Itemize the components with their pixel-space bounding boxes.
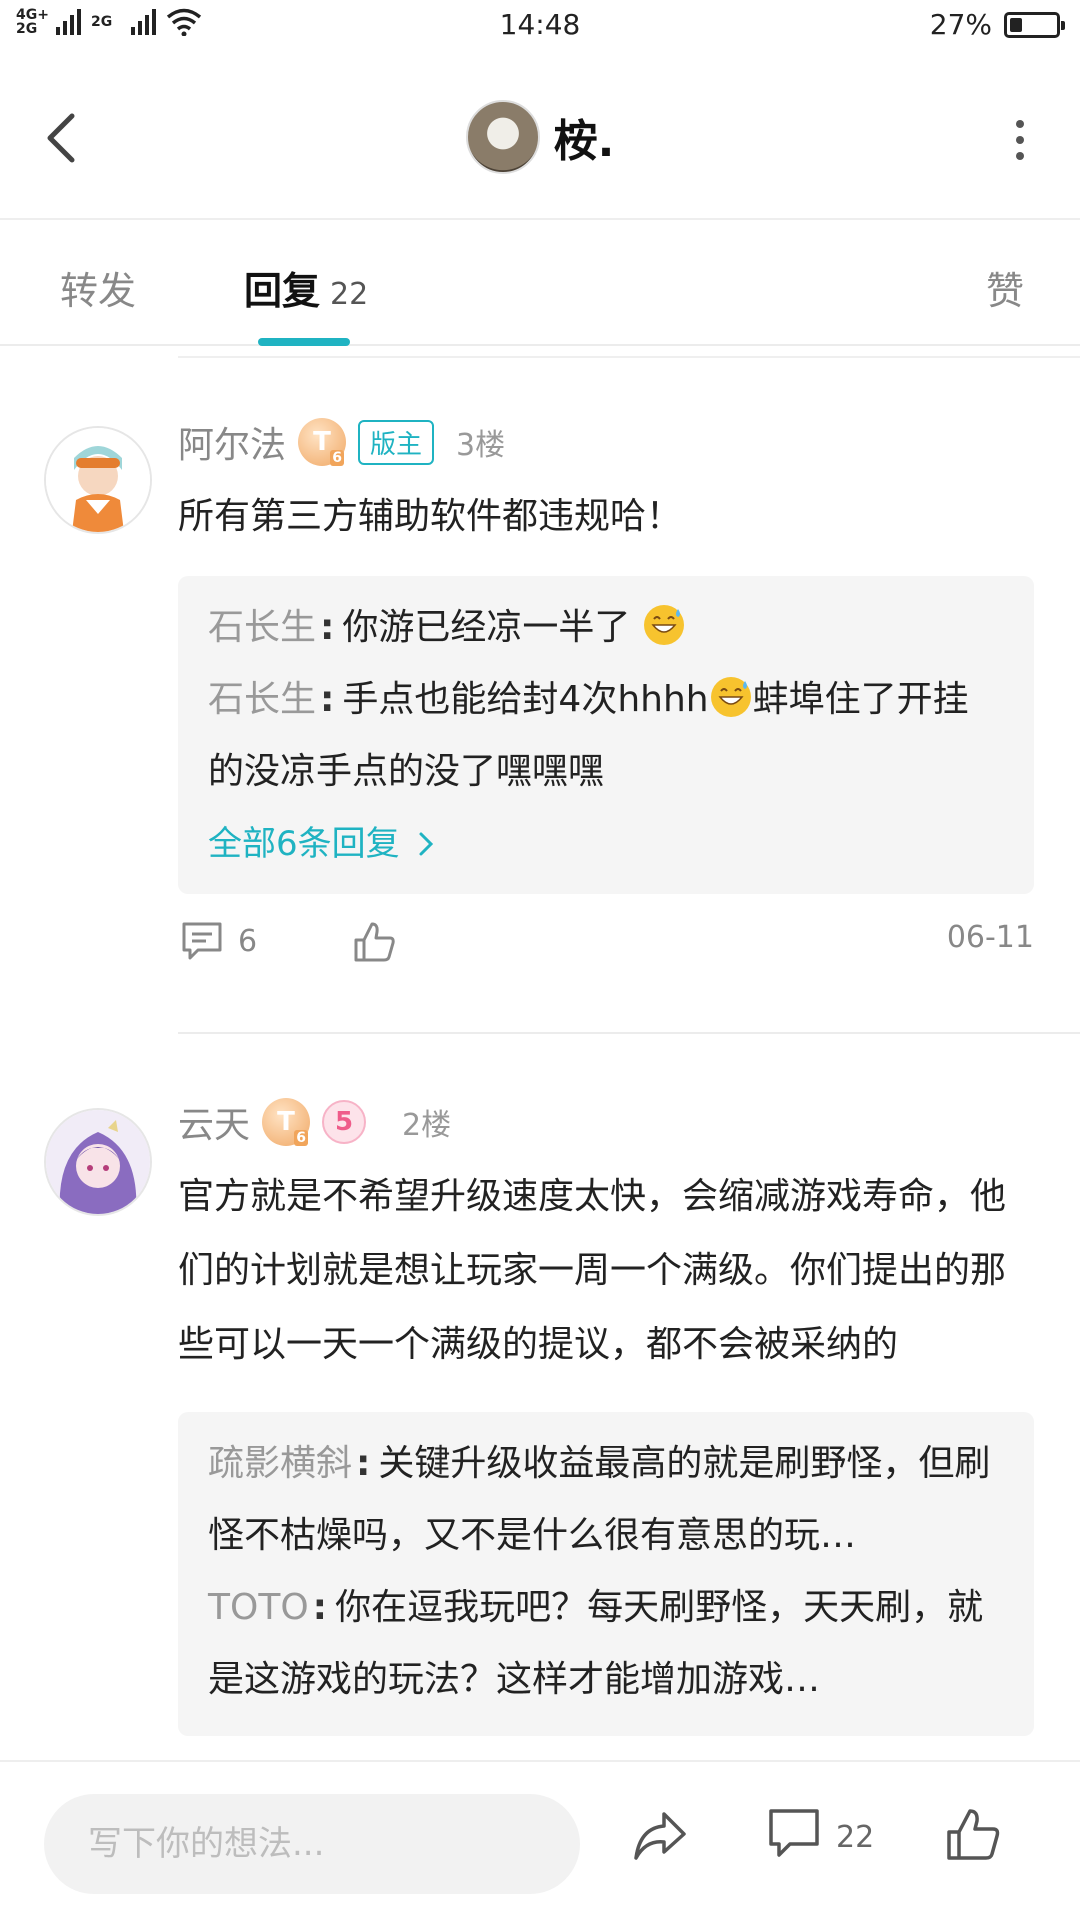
moderator-badge: 版主 [358,419,435,465]
reply-item: 疏影横斜: 关键升级收益最高的就是刷野怪，但刷怪不枯燥吗，又不是什么很有意思的玩… [208,1443,991,1556]
level-letter: T [313,427,331,457]
reply-username[interactable]: 石长生 [208,679,316,720]
level-number: 6 [294,1130,309,1146]
battery-icon [1004,11,1065,38]
tab-reply[interactable]: 回复 22 [244,260,368,315]
page-title: 桉. [553,116,615,167]
view-all-replies-label: 全部6条回复 [208,824,400,864]
reply-count: 6 [238,923,258,959]
divider [178,356,1080,358]
username[interactable]: 阿尔法 [178,416,286,468]
top-nav: 桉. [0,56,1080,220]
battery-percent: 27% [929,8,992,41]
sweat-smile-emoji-icon [643,605,684,645]
bottom-action-bar: 写下你的想法... 22 [0,1760,1080,1920]
level-badge: T6 [298,418,347,466]
reply-username[interactable]: 疏影横斜 [208,1443,352,1484]
username[interactable]: 云天 [178,1096,250,1148]
comment-icon[interactable] [766,1806,822,1862]
tab-reply-count: 22 [330,277,369,312]
thumbs-up-icon[interactable] [944,1806,1002,1864]
avatar[interactable] [44,1108,152,1216]
comment-input[interactable]: 写下你的想法... [44,1794,580,1894]
avatar[interactable] [44,426,152,534]
battery-fill [1010,17,1022,32]
reply-action[interactable]: 6 [180,920,257,962]
level-letter: T [277,1107,295,1137]
status-bar: 4G+ 2G 2G 14:48 27% [0,0,1080,56]
fans-badge: 5 [322,1100,367,1144]
reply-username[interactable]: TOTO [208,1587,309,1628]
chevron-right-icon [419,832,434,856]
tab-repost[interactable]: 转发 [60,260,136,315]
author-avatar[interactable] [465,100,540,174]
comment-actions: 6 06-11 [178,920,1034,980]
reply-preview[interactable]: 石长生: 你游已经凉一半了 石长生: 手点也能给封4次hhhh 蚌埠住了开挂的没凉手… [178,576,1034,894]
comment-text: 所有第三方辅助软件都违规哈！ [178,496,683,537]
thumbs-up-icon [354,922,395,962]
more-options-icon[interactable] [1010,120,1030,160]
divider [178,1032,1080,1034]
floor-number: 2楼 [402,1108,452,1143]
reply-item: 石长生: 手点也能给封4次hhhh 蚌埠住了开挂的没凉手点的没了嘿嘿嘿 [208,664,1004,808]
tab-reply-label: 回复 [244,269,321,313]
view-all-replies-link[interactable]: 全部6条回复 [208,814,1004,874]
level-badge: T6 [262,1098,311,1146]
level-number: 6 [330,450,345,466]
reply-text-a: 手点也能给封4次hhhh [342,679,709,720]
reply-item: TOTO: 你在逗我玩吧？每天刷野怪，天天刷，就是这游戏的玩法？这样才能增加游戏… [208,1587,984,1700]
share-icon[interactable] [630,1806,690,1866]
clock: 14:48 [499,8,581,41]
comment-date: 06-11 [946,920,1034,955]
active-tab-indicator [258,338,350,346]
tab-like[interactable]: 赞 [986,260,1024,315]
comment-text: 官方就是不希望升级速度太快，会缩减游戏寿命，他们的计划就是想让玩家一周一个满级。… [178,1176,1007,1365]
tab-bar: 转发 回复 22 赞 [0,222,1080,346]
sweat-smile-emoji-icon [710,677,751,717]
like-action[interactable] [352,920,396,964]
reply-username[interactable]: 石长生 [208,607,316,648]
comment-count: 22 [836,1820,875,1855]
reply-preview[interactable]: 疏影横斜: 关键升级收益最高的就是刷野怪，但刷怪不枯燥吗，又不是什么很有意思的玩…… [178,1412,1034,1736]
reply-item: 石长生: 你游已经凉一半了 [208,592,1004,664]
floor-number: 3楼 [456,428,506,463]
comment-icon [182,922,222,960]
reply-text: 你游已经凉一半了 [342,607,631,648]
